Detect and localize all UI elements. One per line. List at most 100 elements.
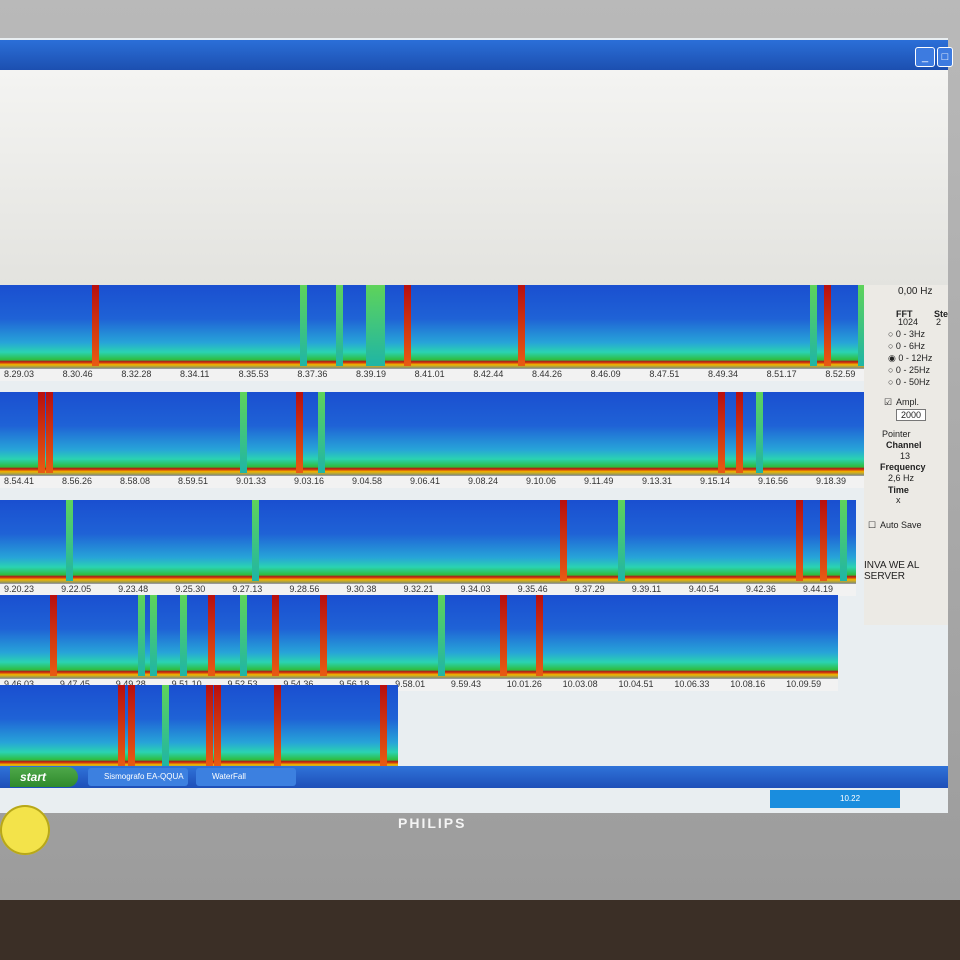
signal-streak — [810, 285, 817, 366]
signal-streak — [150, 595, 157, 676]
signal-streak — [118, 685, 125, 766]
time-axis: 8.54.41 8.56.26 8.58.08 8.59.51 9.01.33 9.03.… — [0, 475, 870, 488]
time-tick: 9.20.23 — [4, 584, 35, 594]
time-tick: 9.16.56 — [758, 476, 789, 486]
waterfall-row: 9.46.03 9.47.45 9.49.28 9.51.10 9.52.53 9.54.… — [0, 595, 838, 691]
frequency-label: Frequency — [880, 462, 926, 472]
range-radio[interactable]: ○ 0 - 6Hz — [888, 341, 925, 351]
time-tick: 10.04.51 — [618, 679, 654, 689]
signal-streak — [378, 285, 385, 366]
time-tick: 9.04.58 — [352, 476, 383, 486]
time-tick: 9.42.36 — [745, 584, 776, 594]
waterfall-row: 8.29.03 8.30.46 8.32.28 8.34.11 8.35.53 8.37.… — [0, 285, 880, 381]
time-tick: 9.22.05 — [61, 584, 92, 594]
time-tick: 8.37.36 — [297, 369, 328, 379]
time-tick: 8.47.51 — [649, 369, 680, 379]
signal-streak — [274, 685, 281, 766]
time-label: Time — [888, 485, 909, 495]
signal-streak — [38, 392, 45, 473]
time-tick: 9.18.39 — [816, 476, 847, 486]
ampl-field[interactable]: 2000 — [896, 409, 927, 421]
ampl-checkbox[interactable]: ☑ — [884, 397, 892, 408]
signal-streak — [46, 392, 53, 473]
spectrogram — [0, 392, 870, 488]
signal-streak — [320, 595, 327, 676]
time-tick: 9.01.33 — [236, 476, 267, 486]
time-value: x — [896, 495, 901, 505]
spectrogram — [0, 595, 838, 691]
time-tick: 8.52.59 — [825, 369, 856, 379]
maximize-button[interactable]: □ — [937, 47, 953, 67]
time-tick: 9.39.11 — [631, 584, 662, 594]
time-tick: 9.06.41 — [410, 476, 441, 486]
signal-streak — [560, 500, 567, 581]
start-button[interactable]: start — [10, 767, 78, 787]
signal-streak — [756, 392, 763, 473]
signal-streak — [92, 285, 99, 366]
taskbar-item-waterfall[interactable]: WaterFall — [196, 768, 296, 786]
signal-streak — [500, 595, 507, 676]
taskbar-item-sismografo[interactable]: Sismografo EA-QQUA — [88, 768, 188, 786]
time-tick: 8.42.44 — [473, 369, 504, 379]
ampl-label: Ampl. — [896, 397, 920, 407]
signal-streak — [296, 392, 303, 473]
signal-streak — [824, 285, 831, 366]
time-tick: 9.23.48 — [118, 584, 149, 594]
time-tick: 8.32.28 — [121, 369, 152, 379]
time-tick: 8.30.46 — [62, 369, 93, 379]
time-tick: 9.34.03 — [460, 584, 491, 594]
time-tick: 8.46.09 — [590, 369, 621, 379]
waterfall-row: 9.20.23 9.22.05 9.23.48 9.25.30 9.27.13 9.28.… — [0, 500, 856, 596]
signal-streak — [252, 500, 259, 581]
time-tick: 8.39.19 — [356, 369, 387, 379]
monitor-brand: PHILIPS — [398, 815, 467, 831]
time-tick: 8.56.26 — [62, 476, 93, 486]
desk — [0, 900, 960, 960]
signal-streak — [300, 285, 307, 366]
blank-canvas — [0, 70, 948, 285]
range-radio[interactable]: ○ 0 - 50Hz — [888, 377, 930, 387]
channel-value: 13 — [900, 451, 911, 461]
time-tick: 9.15.14 — [700, 476, 731, 486]
signal-streak — [206, 685, 213, 766]
time-tick: 9.11.49 — [584, 476, 614, 486]
signal-streak — [240, 392, 247, 473]
time-tick: 8.51.17 — [766, 369, 797, 379]
freq-top-label: 0,00 Hz — [898, 286, 933, 297]
channel-label: Channel — [886, 440, 922, 450]
time-axis: 8.29.03 8.30.46 8.32.28 8.34.11 8.35.53 8.37.… — [0, 368, 880, 381]
smiley-sticker — [0, 805, 50, 855]
signal-streak — [128, 685, 135, 766]
signal-streak — [180, 595, 187, 676]
spectrogram — [0, 285, 880, 381]
time-tick: 9.27.13 — [232, 584, 263, 594]
time-tick: 8.54.41 — [4, 476, 35, 486]
signal-streak — [796, 500, 803, 581]
range-radio[interactable]: ◉ 0 - 12Hz — [888, 353, 932, 364]
time-tick: 10.06.33 — [674, 679, 710, 689]
signal-streak — [214, 685, 221, 766]
autosave-checkbox[interactable]: ☐ — [868, 520, 876, 531]
time-tick: 8.49.34 — [708, 369, 739, 379]
fft-value: 1024 — [898, 317, 919, 327]
spectrogram — [0, 500, 856, 596]
server-text: INVA WE AL SERVER — [864, 560, 920, 582]
time-tick: 9.10.06 — [526, 476, 557, 486]
waterfall-row: 8.54.41 8.56.26 8.58.08 8.59.51 9.01.33 9.03.… — [0, 392, 870, 488]
frequency-value: 2,6 Hz — [888, 473, 915, 483]
range-radio[interactable]: ○ 0 - 25Hz — [888, 365, 930, 375]
signal-streak — [820, 500, 827, 581]
signal-streak — [208, 595, 215, 676]
time-tick: 9.44.19 — [802, 584, 833, 594]
minimize-button[interactable]: _ — [915, 47, 935, 67]
pointer-label: Pointer — [882, 429, 911, 439]
autosave-label: Auto Save — [880, 520, 922, 530]
settings-panel: 0,00 Hz FFT 1024 Ste 2 ○ 0 - 3Hz ○ 0 - 6H… — [864, 285, 948, 625]
signal-streak — [404, 285, 411, 366]
time-tick: 9.40.54 — [688, 584, 719, 594]
time-tick: 9.59.43 — [450, 679, 481, 689]
time-tick: 8.34.11 — [180, 369, 210, 379]
signal-streak — [618, 500, 625, 581]
range-radio[interactable]: ○ 0 - 3Hz — [888, 329, 925, 339]
signal-streak — [840, 500, 847, 581]
